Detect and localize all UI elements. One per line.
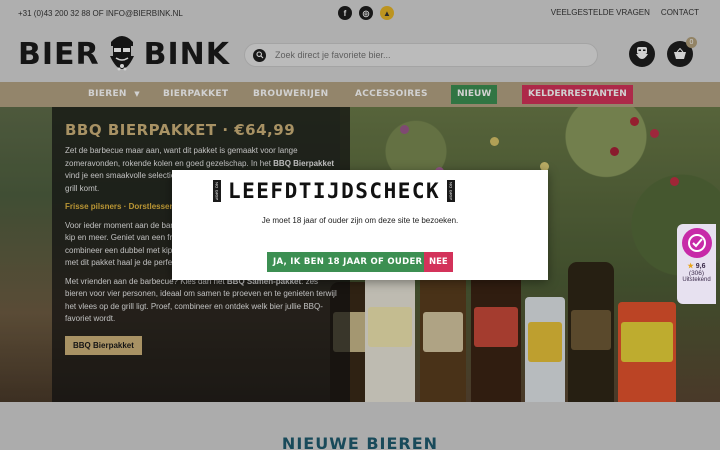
bearded-face-logo-icon — [109, 36, 134, 71]
hero-paragraph-samen: Met vrienden aan de barbecue? Kies dan h… — [65, 276, 337, 324]
rating-label: Uitstekend — [682, 277, 711, 283]
nav-item-bieren-label: BIEREN — [88, 89, 127, 99]
untappd-icon[interactable]: ▲ — [380, 6, 394, 20]
no-grip-badge: NO GRIP — [447, 180, 456, 202]
section-title-nieuwe-bieren: NIEUWE BIEREN — [281, 434, 439, 450]
site-logo[interactable]: BIER BINK — [18, 31, 230, 77]
faq-link[interactable]: VEELGESTELDE VRAGEN — [551, 8, 650, 17]
search-icon[interactable] — [253, 48, 266, 62]
top-links: VEELGESTELDE VRAGEN CONTACT — [551, 8, 699, 17]
main-nav: BIEREN ▼ BIERPAKKET BROUWERIJEN ACCESSOI… — [0, 82, 720, 107]
hero-link-bbq-bierpakket[interactable]: BBQ Bierpakket — [273, 159, 334, 168]
basket-icon — [674, 48, 686, 59]
hero-title: BBQ BIERPAKKET · €64,99 — [65, 121, 296, 139]
cart-count-badge: 0 — [686, 37, 697, 48]
beer-can-image — [365, 277, 415, 402]
search-bar[interactable] — [244, 43, 598, 67]
instagram-icon[interactable]: ◎ — [359, 6, 373, 20]
age-decline-button[interactable]: NEE — [424, 252, 453, 272]
modal-title: LEEFDTIJDSCHECK — [228, 179, 441, 203]
chevron-down-icon: ▼ — [134, 90, 140, 98]
nav-item-brouwerijen[interactable]: BROUWERIJEN — [253, 82, 328, 107]
nav-item-bierpakket[interactable]: BIERPAKKET — [163, 82, 228, 107]
site-header: BIER BINK 0 — [0, 26, 720, 82]
social-links: f ◎ ▲ — [338, 6, 394, 20]
search-input[interactable] — [275, 50, 575, 60]
contact-link[interactable]: CONTACT — [661, 8, 699, 17]
bearded-face-icon — [636, 47, 648, 59]
beer-can-image — [618, 302, 676, 402]
rating-widget[interactable]: ★ 9,6 (306) Uitstekend — [677, 224, 716, 304]
facebook-icon[interactable]: f — [338, 6, 352, 20]
rating-score: ★ 9,6 — [687, 263, 706, 270]
logo-word-right: BINK — [143, 36, 231, 72]
nav-item-nieuw[interactable]: NIEUW — [451, 85, 498, 104]
rating-count: (306) — [688, 270, 705, 277]
cart-button[interactable]: 0 — [667, 37, 697, 67]
bbq-bierpakket-button[interactable]: BBQ Bierpakket — [65, 335, 142, 355]
age-check-modal: NO GRIP LEEFDTIJDSCHECK NO GRIP Je moet … — [172, 170, 548, 280]
star-icon: ★ — [687, 263, 694, 270]
modal-message: Je moet 18 jaar of ouder zijn om deze si… — [261, 216, 459, 225]
beer-bottle-image — [568, 262, 614, 402]
beer-bottle-image — [420, 262, 466, 402]
contact-info[interactable]: +31 (0)43 200 32 88 OF INFO@BIERBINK.NL — [18, 9, 183, 18]
modal-title-row: NO GRIP LEEFDTIJDSCHECK NO GRIP — [213, 179, 456, 203]
kiyoh-check-icon — [681, 228, 712, 258]
age-confirm-button[interactable]: JA, IK BEN 18 JAAR OF OUDER — [267, 252, 429, 272]
logo-word-left: BIER — [18, 36, 100, 72]
nav-item-accessoires[interactable]: ACCESSOIRES — [355, 82, 428, 107]
nav-item-bieren[interactable]: BIEREN ▼ — [88, 82, 140, 107]
nav-item-kelderrestanten[interactable]: KELDERRESTANTEN — [522, 85, 633, 104]
no-grip-badge: NO GRIP — [213, 180, 221, 202]
beer-can-image — [525, 297, 565, 402]
top-bar: +31 (0)43 200 32 88 OF INFO@BIERBINK.NL … — [0, 0, 720, 26]
account-button[interactable] — [629, 41, 655, 67]
